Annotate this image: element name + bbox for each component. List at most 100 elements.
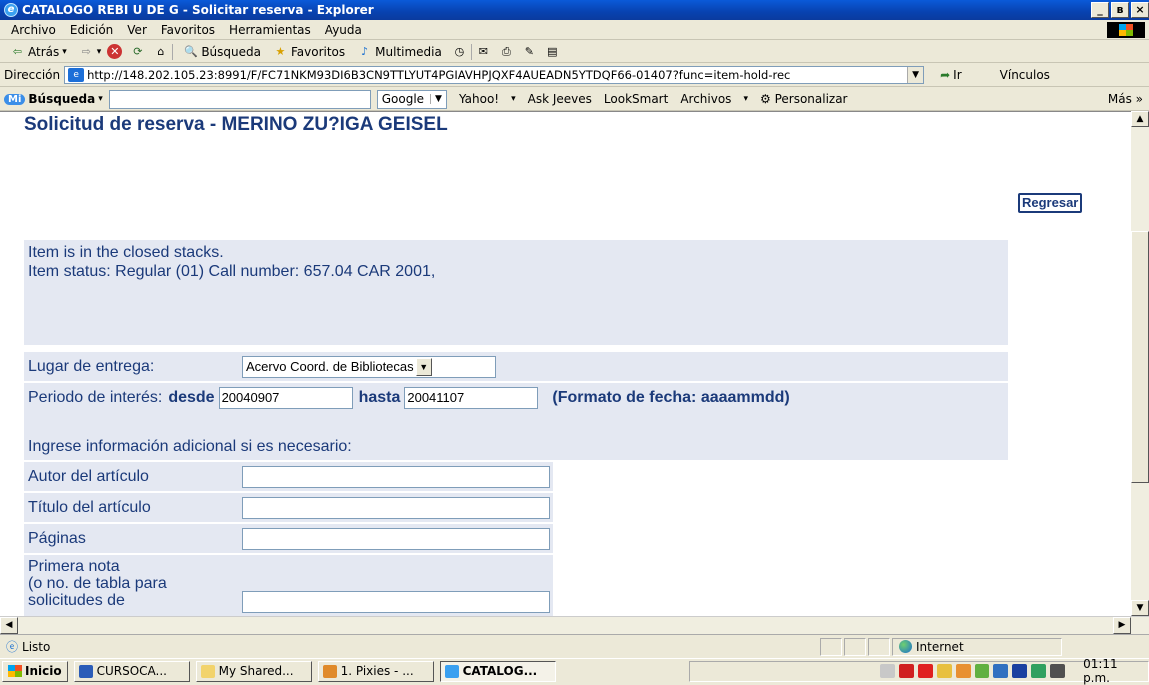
- home-icon[interactable]: ⌂: [153, 44, 168, 59]
- tray-app-icon[interactable]: [993, 664, 1009, 678]
- tray-app-icon[interactable]: [936, 664, 952, 678]
- pickup-row: Lugar de entrega: Acervo Coord. de Bibli…: [24, 352, 1008, 381]
- forward-button[interactable]: ⇨ ▾: [73, 44, 108, 59]
- scroll-up-icon[interactable]: ▲: [1131, 111, 1149, 127]
- toolbar-search-input[interactable]: [108, 89, 371, 109]
- menu-archivo[interactable]: Archivo: [4, 20, 63, 40]
- status-bar: ⓔ Listo Internet: [0, 634, 1149, 658]
- page-title: Solicitud de reserva - MERINO ZU?IGA GEI…: [24, 114, 448, 135]
- date-format-hint: (Formato de fecha: aaaammdd): [552, 388, 790, 406]
- vertical-scrollbar[interactable]: ▲ ▼: [1131, 111, 1149, 616]
- back-label: Atrás: [28, 44, 60, 59]
- scroll-left-icon[interactable]: ◀: [0, 617, 18, 634]
- menu-herramientas[interactable]: Herramientas: [222, 20, 318, 40]
- scroll-down-icon[interactable]: ▼: [1131, 600, 1149, 616]
- back-dropdown-icon[interactable]: ▾: [62, 47, 67, 57]
- edit-icon[interactable]: ✎: [522, 44, 537, 59]
- pages-input[interactable]: [242, 527, 550, 550]
- mi-busqueda-button[interactable]: Mi Búsqueda ▾: [4, 92, 103, 106]
- note-input[interactable]: [242, 591, 550, 613]
- author-input[interactable]: [242, 465, 550, 488]
- norton-icon[interactable]: [917, 664, 933, 678]
- looksmart-link[interactable]: LookSmart: [604, 92, 668, 106]
- personalize-button[interactable]: ⚙ Personalizar: [760, 92, 848, 106]
- language-icon[interactable]: [1012, 664, 1028, 678]
- page-content: Solicitud de reserva - MERINO ZU?IGA GEI…: [0, 111, 1131, 616]
- askjeeves-link[interactable]: Ask Jeeves: [528, 92, 592, 106]
- tray-app-icon[interactable]: [955, 664, 971, 678]
- yahoo-link[interactable]: Yahoo!: [459, 92, 499, 106]
- mail-icon[interactable]: ✉: [476, 44, 491, 59]
- close-button[interactable]: ×: [1131, 2, 1149, 18]
- more-button[interactable]: Más »: [1108, 92, 1143, 106]
- print-icon[interactable]: ⎙: [499, 44, 514, 59]
- pages-label: Páginas: [28, 529, 86, 547]
- menu-edicion[interactable]: Edición: [63, 20, 120, 40]
- task-cursoca[interactable]: CURSOCA...: [73, 660, 190, 682]
- volume-icon[interactable]: [880, 664, 895, 678]
- discuss-icon[interactable]: ▤: [545, 44, 560, 59]
- maximize-button[interactable]: ʙ: [1111, 2, 1129, 18]
- menu-favoritos[interactable]: Favoritos: [154, 20, 222, 40]
- dropdown-icon[interactable]: ▾: [743, 94, 748, 104]
- internet-globe-icon: [899, 640, 912, 653]
- period-label: Periodo de interés:: [28, 388, 163, 406]
- media-button[interactable]: ♪ Multimedia: [351, 44, 448, 59]
- regresar-button[interactable]: Regresar: [1018, 193, 1083, 213]
- to-date-input[interactable]: [404, 386, 539, 409]
- go-label: Ir: [953, 67, 962, 82]
- start-button[interactable]: Inicio: [2, 660, 68, 682]
- task-pixies[interactable]: 1. Pixies - ...: [317, 660, 434, 682]
- note-label-line1: Primera nota: [28, 558, 120, 575]
- go-button[interactable]: ➦ Ir: [940, 68, 962, 82]
- tray-app-icon[interactable]: [1031, 664, 1047, 678]
- google-dropdown-icon[interactable]: ▼: [430, 94, 442, 104]
- note-label-line2: (o no. de tabla para: [28, 575, 167, 592]
- item-status-line: Item status: Regular (01) Call number: 6…: [28, 263, 436, 280]
- google-label: Google: [381, 92, 425, 106]
- network-icon[interactable]: [1050, 664, 1066, 678]
- back-button[interactable]: ⇦ Atrás ▾: [4, 44, 73, 59]
- additional-info-row: Ingrese información adicional si es nece…: [24, 412, 1008, 460]
- address-dropdown-icon[interactable]: ▼: [907, 66, 924, 83]
- zone-label: Internet: [916, 639, 964, 654]
- forward-arrow-icon: ⇨: [81, 45, 91, 58]
- pickup-dropdown-icon[interactable]: ▼: [415, 357, 432, 376]
- pickup-selected-value: Acervo Coord. de Bibliotecas: [246, 359, 414, 374]
- from-date-input[interactable]: [218, 386, 353, 409]
- pages-row: Páginas: [24, 524, 553, 553]
- pickup-select[interactable]: Acervo Coord. de Bibliotecas ▼: [242, 355, 496, 378]
- article-title-input[interactable]: [242, 496, 550, 519]
- refresh-icon[interactable]: ⟳: [130, 44, 145, 59]
- links-button[interactable]: Vínculos: [1000, 68, 1050, 82]
- menu-ver[interactable]: Ver: [120, 20, 154, 40]
- menu-ayuda[interactable]: Ayuda: [318, 20, 369, 40]
- minimize-button[interactable]: _: [1091, 2, 1109, 18]
- address-label: Dirección: [4, 67, 61, 82]
- antivirus-icon[interactable]: [898, 664, 914, 678]
- scroll-thumb[interactable]: [1131, 231, 1149, 483]
- horizontal-scrollbar[interactable]: ◀ ▶: [0, 616, 1149, 634]
- address-bar: Dirección e http://148.202.105.23:8991/F…: [0, 63, 1149, 87]
- personalize-icon: ⚙: [759, 92, 771, 106]
- tray-app-icon[interactable]: [974, 664, 990, 678]
- search-button[interactable]: 🔍 Búsqueda: [177, 44, 267, 59]
- forward-dropdown-icon[interactable]: ▾: [97, 47, 102, 57]
- task-catalog[interactable]: CATALOG...: [439, 660, 556, 682]
- history-icon[interactable]: ◷: [452, 44, 467, 59]
- favorites-button[interactable]: ★ Favoritos: [267, 44, 351, 59]
- google-button[interactable]: Google ▼: [376, 89, 447, 109]
- stop-icon[interactable]: ✕: [107, 44, 123, 59]
- windows-logo-icon: [1107, 22, 1145, 38]
- dropdown-icon[interactable]: ▾: [511, 94, 516, 104]
- more-label: Más: [1107, 92, 1132, 106]
- from-label: desde: [168, 388, 215, 406]
- archivos-link[interactable]: Archivos: [680, 92, 731, 106]
- browser-window: e CATALOGO REBI U DE G - Solicitar reser…: [0, 0, 1149, 685]
- scroll-right-icon[interactable]: ▶: [1113, 617, 1131, 634]
- ie-logo-icon: e: [4, 3, 18, 17]
- clock: 01:11 p.m.: [1083, 657, 1118, 685]
- address-input[interactable]: e http://148.202.105.23:8991/F/FC71NKM93…: [64, 65, 925, 84]
- additional-info-heading: Ingrese información adicional si es nece…: [28, 438, 352, 455]
- task-my-shared[interactable]: My Shared...: [195, 660, 312, 682]
